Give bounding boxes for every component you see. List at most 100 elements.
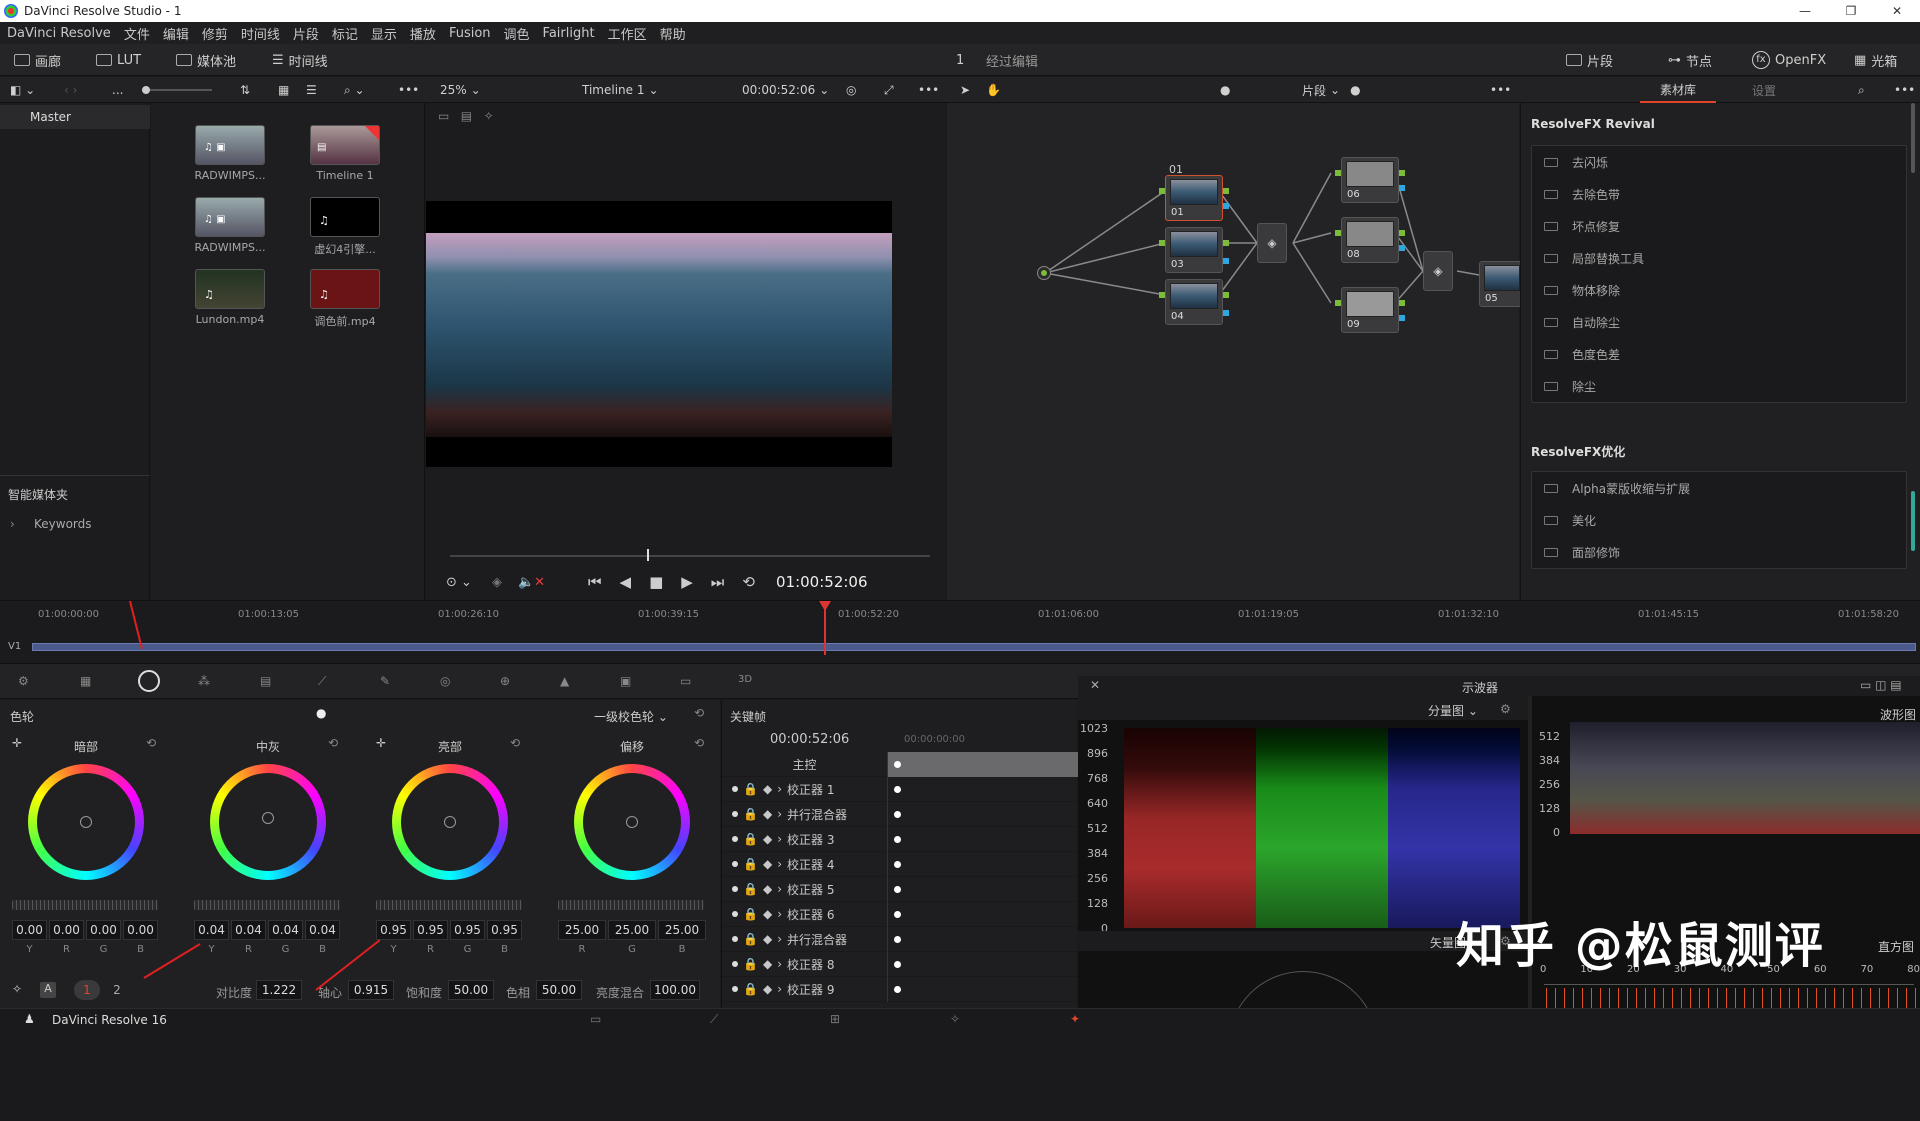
highlights-master-slider[interactable] (376, 900, 522, 910)
highlights-values[interactable]: 0.95 0.95 0.95 0.95 (376, 920, 522, 940)
lock-icon[interactable]: 🔒 (743, 982, 758, 996)
node-05[interactable]: 05 (1479, 261, 1523, 307)
menu-timeline[interactable]: 时间线 (241, 24, 280, 43)
media-thumb-2[interactable]: ▤ (310, 125, 380, 165)
fx-item[interactable]: 色度色差 (1532, 338, 1906, 370)
fx-item[interactable]: 面部修饰 (1532, 536, 1906, 568)
keyframe-row[interactable]: 🔒 ◆ › 校正器 6 (722, 901, 1078, 927)
rgb-mixer-icon[interactable]: ⁂ (198, 674, 210, 688)
fx-item[interactable]: Alpha蒙版收缩与扩展 (1532, 472, 1906, 504)
wheels-mode-select[interactable]: 一级校色轮 ⌄ (594, 708, 668, 725)
maximize-button[interactable]: ❐ (1828, 0, 1874, 22)
page-2-button[interactable]: 2 (104, 980, 130, 1000)
reset-icon[interactable]: ⟲ (694, 736, 704, 750)
menu-edit[interactable]: 编辑 (163, 24, 189, 43)
fx-item[interactable]: 美化 (1532, 504, 1906, 536)
panel-toggle-icon[interactable]: ◧ ⌄ (10, 77, 35, 103)
menu-view[interactable]: 显示 (371, 24, 397, 43)
parallel-mixer-node[interactable]: ◈ (1257, 223, 1287, 263)
lock-icon[interactable]: 🔒 (743, 832, 758, 846)
scope-settings-icon[interactable]: ⚙ (1500, 702, 1511, 716)
layers-icon[interactable]: ◈ (492, 575, 502, 590)
scopes-close-icon[interactable]: ✕ (1090, 678, 1100, 692)
media-thumb-4[interactable]: ♫ (310, 197, 380, 237)
clip-mode-select[interactable]: 片段 ⌄ ● (1302, 77, 1361, 103)
fx-scrollbar[interactable] (1911, 491, 1915, 551)
edit-page-icon[interactable]: ⊞ (830, 1012, 840, 1026)
viewer-scrubber[interactable] (450, 555, 930, 557)
node-06[interactable]: 06 (1341, 157, 1399, 203)
wheel-midtones[interactable] (210, 764, 326, 880)
search-icon[interactable]: ⌕ ⌄ (344, 77, 365, 103)
color-wheels-tool-icon[interactable] (138, 670, 160, 692)
media-pool-button[interactable]: 媒体池 (176, 44, 236, 76)
auto-balance-icon[interactable]: ✧ (12, 982, 22, 996)
parallel-mixer-node-2[interactable]: ◈ (1423, 251, 1453, 291)
cut-page-icon[interactable]: ⟋ (710, 1012, 718, 1027)
v1-clip-strip[interactable] (32, 643, 1916, 651)
fx-item[interactable]: 局部替换工具 (1532, 242, 1906, 274)
stop-icon[interactable]: ■ (649, 573, 663, 591)
more-icon[interactable]: ••• (398, 77, 419, 103)
clips-button[interactable]: 片段 (1566, 44, 1613, 76)
minimize-button[interactable]: — (1782, 0, 1828, 22)
viewer-more-icon[interactable]: ••• (918, 77, 939, 103)
playhead-mode-icon[interactable]: ◎ (846, 77, 856, 103)
keyframe-row[interactable]: 🔒 ◆ › 校正器 5 (722, 876, 1078, 902)
menu-help[interactable]: 帮助 (660, 24, 686, 43)
qualifier-icon[interactable]: ✎ (380, 674, 390, 688)
go-start-icon[interactable]: ⏮ (588, 573, 602, 591)
reset-icon[interactable]: ⟲ (510, 736, 520, 750)
shadows-master-slider[interactable] (12, 900, 158, 910)
go-end-icon[interactable]: ⏭ (711, 573, 725, 591)
loop-icon[interactable]: ⟲ (742, 573, 755, 591)
lightbox-button[interactable]: ▦ 光箱 (1854, 44, 1897, 76)
lock-icon[interactable]: 🔒 (743, 907, 758, 921)
wheel-highlights[interactable] (392, 764, 508, 880)
color-page-icon[interactable]: ✦ (1070, 1012, 1080, 1026)
menu-file[interactable]: 文件 (124, 24, 150, 43)
keyframe-row[interactable]: 🔒 ◆ › 校正器 8 (722, 951, 1078, 977)
tracker-icon[interactable]: ⊕ (500, 674, 510, 688)
lock-icon[interactable]: 🔒 (743, 857, 758, 871)
hue-field[interactable]: 50.00 (536, 980, 582, 1000)
lock-icon[interactable]: 🔒 (743, 932, 758, 946)
tab-library[interactable]: 素材库 (1640, 77, 1717, 103)
fx-scrollbar-top[interactable] (1911, 103, 1915, 173)
motion-effects-icon[interactable]: ▤ (260, 674, 271, 688)
menu-resolve[interactable]: DaVinci Resolve (7, 26, 111, 41)
auto-button[interactable]: A (40, 982, 56, 998)
gallery-button[interactable]: 画廊 (14, 44, 61, 76)
loop-mode-icon[interactable]: ⊙ ⌄ (446, 575, 472, 590)
offset-values[interactable]: 25.00 25.00 25.00 (558, 920, 706, 940)
keyframe-row[interactable]: 🔒 ◆ › 并行混合器 (722, 926, 1078, 952)
node-09[interactable]: 09 (1341, 287, 1399, 333)
keyframe-row[interactable]: 🔒 ◆ › 校正器 4 (722, 851, 1078, 877)
menu-playback[interactable]: 播放 (410, 24, 436, 43)
scope-layout-icons[interactable]: ▭ ◫ ▤ (1860, 678, 1902, 692)
smart-bin-keywords[interactable]: Keywords (34, 517, 92, 531)
keyframe-row[interactable]: 🔒 ◆ › 校正器 3 (722, 826, 1078, 852)
hand-tool-icon[interactable]: ✋ (986, 77, 1001, 103)
window-icon[interactable]: ◎ (440, 674, 450, 688)
lock-icon[interactable]: 🔒 (743, 957, 758, 971)
camera-raw-icon[interactable]: ⚙ (18, 674, 29, 688)
fx-item[interactable]: 坏点修复 (1532, 210, 1906, 242)
curves-icon[interactable]: ⟋ (318, 674, 326, 689)
fx-item[interactable]: 去闪烁 (1532, 146, 1906, 178)
viewer-image[interactable] (426, 233, 892, 437)
zoom-select[interactable]: 25% ⌄ (440, 77, 481, 103)
menu-workspace[interactable]: 工作区 (608, 24, 647, 43)
timeline-select[interactable]: Timeline 1 ⌄ (582, 77, 659, 103)
fx-item[interactable]: 自动除尘 (1532, 306, 1906, 338)
menu-clip[interactable]: 片段 (293, 24, 319, 43)
menu-fairlight[interactable]: Fairlight (543, 26, 595, 41)
reset-icon[interactable]: ⟲ (146, 736, 156, 750)
media-thumb-6[interactable]: ♫ (310, 269, 380, 309)
node-more-icon[interactable]: ••• (1490, 77, 1511, 103)
node-03[interactable]: 03 (1165, 227, 1223, 273)
3d-icon[interactable]: 3D (738, 674, 752, 685)
page-1-button[interactable]: 1 (74, 980, 100, 1000)
grid-view-icon[interactable]: ▦ (278, 77, 289, 103)
lock-icon[interactable]: 🔒 (743, 882, 758, 896)
